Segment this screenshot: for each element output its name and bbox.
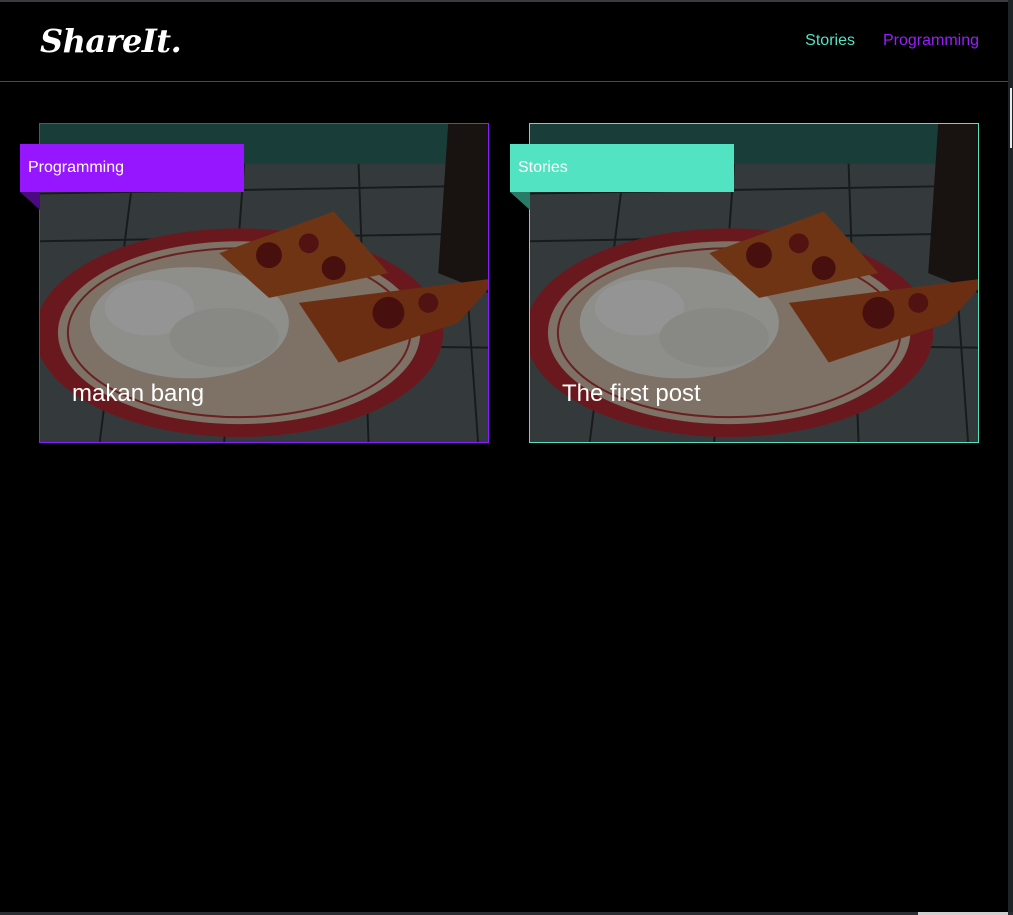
scrollbar-thumb[interactable] [1010,88,1012,148]
post-title[interactable]: The first post [562,380,701,408]
category-tag[interactable]: Stories [510,144,734,192]
post-title[interactable]: makan bang [72,380,204,408]
site-logo[interactable]: ShareIt. [40,22,182,60]
category-tag[interactable]: Programming [20,144,244,192]
nav-link-stories[interactable]: Stories [805,32,855,50]
post-card[interactable]: Stories The first post [510,123,979,443]
ribbon-fold [510,192,530,210]
browser-viewport: ShareIt. Stories Programming Programming… [0,0,1013,915]
nav-link-programming[interactable]: Programming [883,32,979,50]
vertical-scrollbar[interactable] [1008,0,1013,915]
post-card[interactable]: Programming makan bang [20,123,489,443]
ribbon-fold [20,192,40,210]
site-header: ShareIt. Stories Programming [0,2,1008,82]
main-nav: Stories Programming [805,32,979,50]
